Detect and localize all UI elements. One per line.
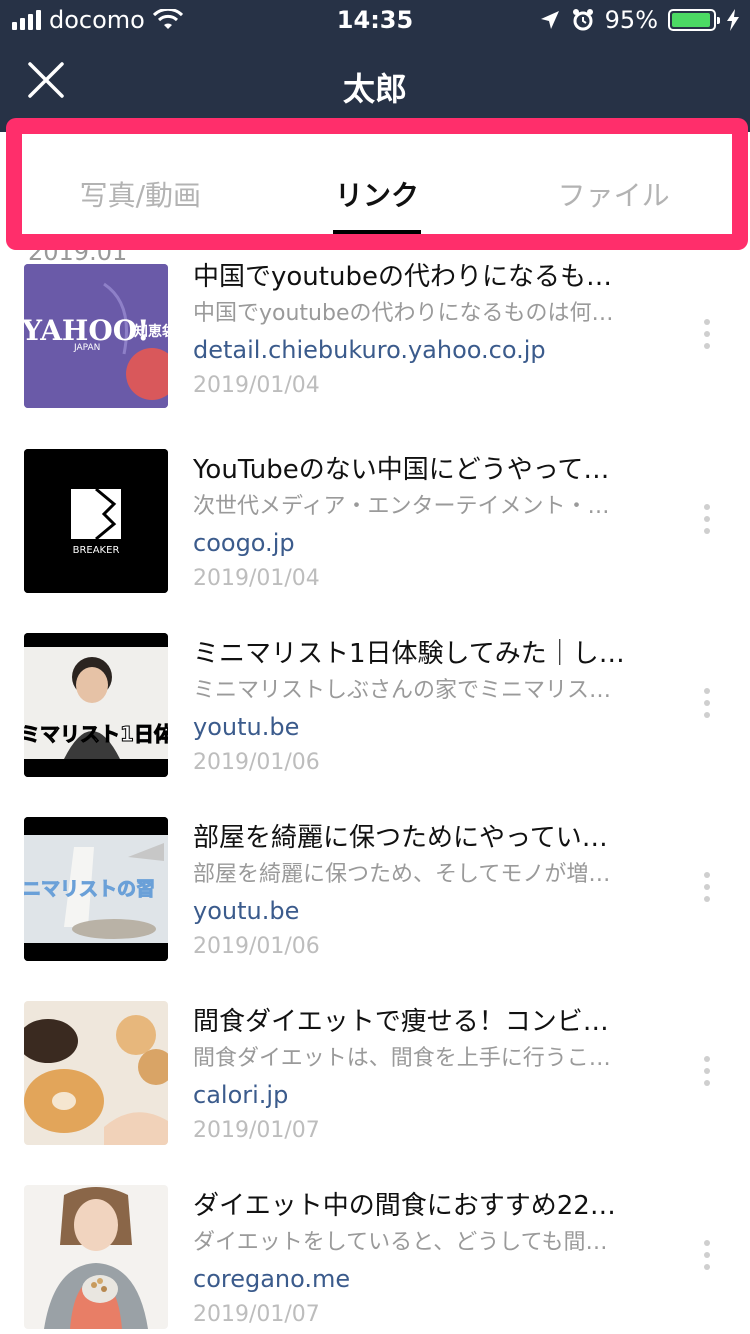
item-title: ミニマリスト1日体験してみた｜し… — [193, 639, 625, 669]
item-date: 2019/01/07 — [193, 1302, 320, 1327]
battery-icon — [668, 9, 720, 31]
status-bar: docomo 14:35 95% — [0, 0, 750, 40]
item-domain-link[interactable]: detail.chiebukuro.yahoo.co.jp — [193, 332, 663, 368]
thumbnail: ミマリスト1日体 — [24, 633, 168, 777]
item-description: 間食ダイエットは、間食を上手に行うこ… — [193, 1046, 611, 1071]
nav-bar: 太郎 — [0, 46, 750, 122]
battery-percent: 95% — [604, 6, 658, 34]
item-domain-link[interactable]: youtu.be — [193, 709, 663, 745]
item-domain-link[interactable]: coogo.jp — [193, 525, 663, 561]
alarm-clock-icon — [572, 9, 593, 31]
thumb-caption: ミマリスト1日体 — [24, 722, 168, 746]
item-title: 中国でyoutubeの代わりになるも… — [193, 262, 612, 292]
item-description: ダイエットをしていると、どうしても間… — [193, 1230, 608, 1255]
item-date: 2019/01/06 — [193, 750, 320, 775]
thumb-logo-side: 知恵袋 — [134, 323, 168, 340]
charging-bolt-icon — [727, 9, 739, 31]
item-description: 部屋を綺麗に保つため、そしてモノが増… — [193, 862, 611, 887]
item-date: 2019/01/06 — [193, 934, 320, 959]
list-item[interactable]: 間食ダイエットで痩せる！コンビ… 間食ダイエットは、間食を上手に行うこ… cal… — [0, 1001, 750, 1185]
item-description: ミニマリストしぶさんの家でミニマリス… — [193, 678, 612, 703]
item-domain-link[interactable]: youtu.be — [193, 893, 663, 929]
item-date: 2019/01/04 — [193, 566, 320, 591]
more-options-icon[interactable] — [692, 314, 722, 354]
item-domain-link[interactable]: calori.jp — [193, 1077, 663, 1113]
location-arrow-icon — [540, 11, 559, 29]
more-options-icon[interactable] — [692, 683, 722, 723]
thumbnail: YAHOO! JAPAN 知恵袋 — [24, 264, 168, 408]
list-item[interactable]: ミマリスト1日体 ミニマリスト1日体験してみた｜し… ミニマリストしぶさんの家で… — [0, 633, 750, 817]
tab-files[interactable]: ファイル — [495, 134, 732, 234]
thumbnail: ニマリストの習 — [24, 817, 168, 961]
item-date: 2019/01/04 — [193, 373, 320, 398]
item-title: 部屋を綺麗に保つためにやってい… — [193, 823, 608, 853]
item-description: 次世代メディア・エンターテイメント・… — [193, 494, 610, 519]
item-title: 間食ダイエットで痩せる！コンビ… — [193, 1007, 609, 1037]
more-options-icon[interactable] — [692, 1235, 722, 1275]
item-title: ダイエット中の間食におすすめ22… — [193, 1191, 616, 1221]
more-options-icon[interactable] — [692, 1051, 722, 1091]
list-item[interactable]: ダイエット中の間食におすすめ22… ダイエットをしていると、どうしても間… co… — [0, 1185, 750, 1334]
item-title: YouTubeのない中国にどうやって… — [193, 455, 610, 485]
thumbnail — [24, 1185, 168, 1329]
tabs-highlight-frame: 写真/動画 リンク ファイル — [6, 118, 748, 250]
thumbnail: BREAKER — [24, 449, 168, 593]
active-tab-indicator — [333, 230, 421, 234]
page-title: 太郎 — [342, 70, 407, 108]
thumb-logo-text: BREAKER — [73, 545, 120, 556]
thumb-caption: ニマリストの習 — [24, 878, 155, 900]
more-options-icon[interactable] — [692, 867, 722, 907]
thumbnail — [24, 1001, 168, 1145]
item-date: 2019/01/07 — [193, 1118, 320, 1143]
tab-photos-videos[interactable]: 写真/動画 — [22, 134, 259, 234]
item-domain-link[interactable]: coregano.me — [193, 1261, 663, 1297]
tab-links[interactable]: リンク — [259, 134, 496, 234]
list-item[interactable]: BREAKER YouTubeのない中国にどうやって… 次世代メディア・エンター… — [0, 449, 750, 633]
thumb-logo-sub: JAPAN — [73, 343, 100, 353]
more-options-icon[interactable] — [692, 499, 722, 539]
tab-bar: 写真/動画 リンク ファイル — [22, 134, 732, 234]
list-item[interactable]: YAHOO! JAPAN 知恵袋 中国でyoutubeの代わりになるも… 中国で… — [0, 262, 750, 448]
list-item[interactable]: ニマリストの習 部屋を綺麗に保つためにやってい… 部屋を綺麗に保つため、そしてモ… — [0, 817, 750, 1001]
header: docomo 14:35 95% 太郎 — [0, 0, 750, 132]
item-description: 中国でyoutubeの代わりになるものは何… — [193, 301, 614, 326]
